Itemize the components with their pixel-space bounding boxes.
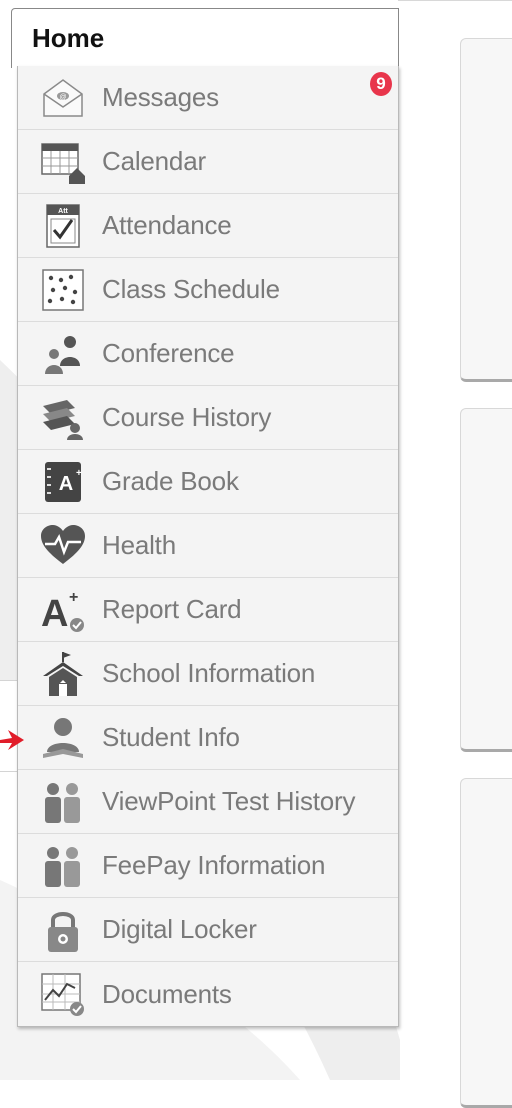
menu-item-calendar[interactable]: Calendar	[18, 130, 398, 194]
menu-item-label: Health	[102, 530, 176, 560]
menu-item-label: School Information	[102, 658, 316, 688]
attendance-icon: Att	[38, 201, 88, 251]
menu-item-health[interactable]: Health	[18, 514, 398, 578]
home-tab[interactable]: Home	[11, 8, 399, 68]
menu-item-label: Course History	[102, 402, 272, 432]
menu-item-student-info[interactable]: Student Info	[18, 706, 398, 770]
red-pointer-arrow-icon	[0, 730, 24, 750]
menu-item-messages[interactable]: @ Messages 9	[18, 66, 398, 130]
svg-text:@: @	[59, 94, 66, 101]
messages-count-badge: 9	[370, 72, 392, 96]
menu-item-school-information[interactable]: School Information	[18, 642, 398, 706]
content-card-2	[460, 408, 512, 752]
menu-item-label: Documents	[102, 978, 232, 1009]
content-card-1	[460, 38, 512, 382]
student-icon	[38, 713, 88, 763]
menu-item-class-schedule[interactable]: Class Schedule	[18, 258, 398, 322]
svg-text:Att: Att	[58, 208, 68, 215]
menu-item-label: Report Card	[102, 594, 242, 624]
menu-item-label: ViewPoint Test History	[102, 786, 356, 816]
menu-item-label: Conference	[102, 338, 235, 368]
svg-text:A: A	[41, 593, 68, 634]
menu-item-label: Digital Locker	[102, 914, 257, 944]
schedule-grid-icon	[38, 265, 88, 315]
gradebook-icon: A +	[38, 457, 88, 507]
menu-item-feepay-information[interactable]: FeePay Information	[18, 834, 398, 898]
menu-item-label: Messages	[102, 82, 219, 112]
menu-item-label: Grade Book	[102, 466, 239, 496]
people-pair-icon	[38, 777, 88, 827]
home-tab-label: Home	[32, 23, 105, 53]
home-dropdown-menu: @ Messages 9 Calendar Att Attendance Cla…	[17, 66, 399, 1027]
books-icon	[38, 393, 88, 443]
conference-people-icon	[38, 329, 88, 379]
menu-item-label: FeePay Information	[102, 850, 326, 880]
top-divider	[398, 0, 512, 1]
a-plus-icon: A +	[38, 585, 88, 635]
svg-text:+: +	[76, 468, 82, 479]
menu-item-documents[interactable]: Documents	[18, 962, 398, 1026]
people-pair-icon	[38, 841, 88, 891]
calendar-icon	[38, 137, 88, 187]
chart-document-icon	[38, 969, 88, 1019]
menu-item-grade-book[interactable]: A + Grade Book	[18, 450, 398, 514]
envelope-icon: @	[38, 73, 88, 123]
menu-item-digital-locker[interactable]: Digital Locker	[18, 898, 398, 962]
menu-item-attendance[interactable]: Att Attendance	[18, 194, 398, 258]
menu-item-conference[interactable]: Conference	[18, 322, 398, 386]
menu-item-viewpoint-test-history[interactable]: ViewPoint Test History	[18, 770, 398, 834]
svg-text:A: A	[59, 473, 73, 495]
menu-item-label: Student Info	[102, 722, 240, 752]
menu-item-label: Class Schedule	[102, 274, 280, 304]
svg-text:+: +	[69, 589, 78, 606]
menu-item-label: Attendance	[102, 210, 232, 240]
menu-item-course-history[interactable]: Course History	[18, 386, 398, 450]
heart-pulse-icon	[38, 521, 88, 571]
content-card-3	[460, 778, 512, 1108]
padlock-icon	[38, 905, 88, 955]
menu-item-report-card[interactable]: A + Report Card	[18, 578, 398, 642]
school-house-icon	[38, 649, 88, 699]
menu-item-label: Calendar	[102, 146, 206, 176]
